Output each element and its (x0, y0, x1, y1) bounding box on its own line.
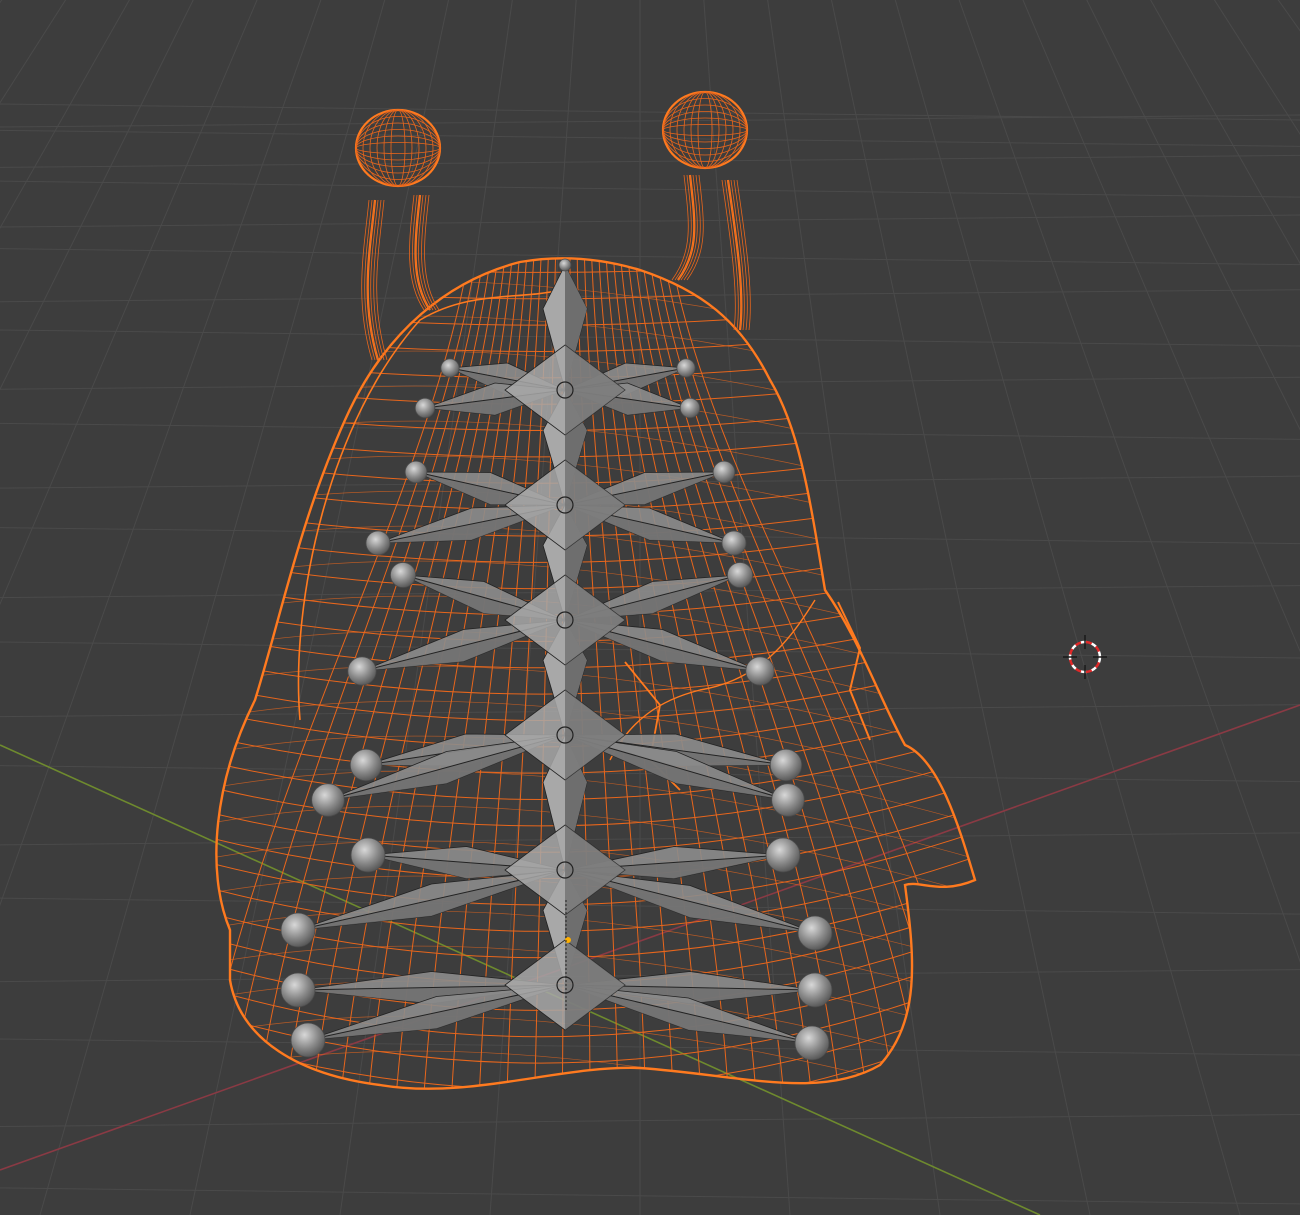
grid-line (0, 180, 1300, 198)
joint-sphere[interactable] (350, 837, 386, 873)
mesh-edge (216, 436, 975, 484)
joint-sphere[interactable] (745, 656, 775, 686)
mesh-edge (216, 412, 975, 458)
grid-line (0, 248, 1300, 266)
joint-sphere[interactable] (347, 656, 377, 686)
3d-viewport[interactable] (0, 0, 1300, 1215)
x-axis-line (0, 704, 1300, 1171)
root-joint-sphere[interactable] (558, 258, 572, 272)
torso-bone-shade (565, 690, 625, 780)
joint-sphere[interactable] (712, 460, 736, 484)
grid-line (0, 129, 1300, 147)
grid-line (0, 1038, 1300, 1056)
joint-sphere[interactable] (797, 915, 833, 951)
joint-sphere[interactable] (280, 972, 316, 1008)
joint-sphere[interactable] (390, 562, 416, 588)
mesh-edge (216, 280, 975, 371)
joint-sphere[interactable] (280, 912, 316, 948)
mesh-edge (216, 1065, 975, 1089)
mesh-edge (216, 292, 975, 326)
joint-sphere[interactable] (679, 397, 701, 419)
joint-sphere[interactable] (794, 1025, 830, 1061)
grid-line (0, 103, 1300, 121)
floor-axes (0, 704, 1300, 1215)
grid-line (0, 289, 1300, 303)
grid-line (0, 704, 1300, 718)
joint-sphere[interactable] (440, 358, 460, 378)
grid-line (0, 422, 1300, 440)
torso-bone-shade (565, 825, 625, 915)
joint-sphere[interactable] (365, 530, 391, 556)
right-antenna (661, 90, 751, 331)
joint-sphere[interactable] (414, 397, 436, 419)
joint-sphere[interactable] (765, 837, 801, 873)
joint-sphere[interactable] (769, 748, 803, 782)
joint-sphere[interactable] (727, 562, 753, 588)
grid-line (0, 214, 1300, 228)
3d-cursor-icon[interactable] (1063, 635, 1107, 679)
joint-sphere[interactable] (290, 1022, 326, 1058)
grid-line (0, 832, 1300, 846)
torso-bone-shade (565, 575, 625, 665)
joint-sphere[interactable] (797, 972, 833, 1008)
joint-sphere[interactable] (311, 783, 345, 817)
grid-line (0, 1187, 1300, 1205)
grid-line (0, 114, 1300, 128)
viewport-canvas[interactable] (0, 0, 1300, 1215)
grid-line (0, 329, 1300, 347)
joint-sphere[interactable] (404, 460, 428, 484)
mesh-fin (837, 601, 871, 741)
mesh-edge (216, 267, 975, 300)
grid-line (0, 1114, 1300, 1128)
joint-sphere[interactable] (771, 783, 805, 817)
grid-line (0, 154, 1300, 168)
joint-sphere[interactable] (721, 530, 747, 556)
joint-sphere[interactable] (676, 358, 696, 378)
mesh-edge (216, 258, 975, 273)
mesh-edge (216, 775, 975, 853)
joint-sphere[interactable] (349, 748, 383, 782)
